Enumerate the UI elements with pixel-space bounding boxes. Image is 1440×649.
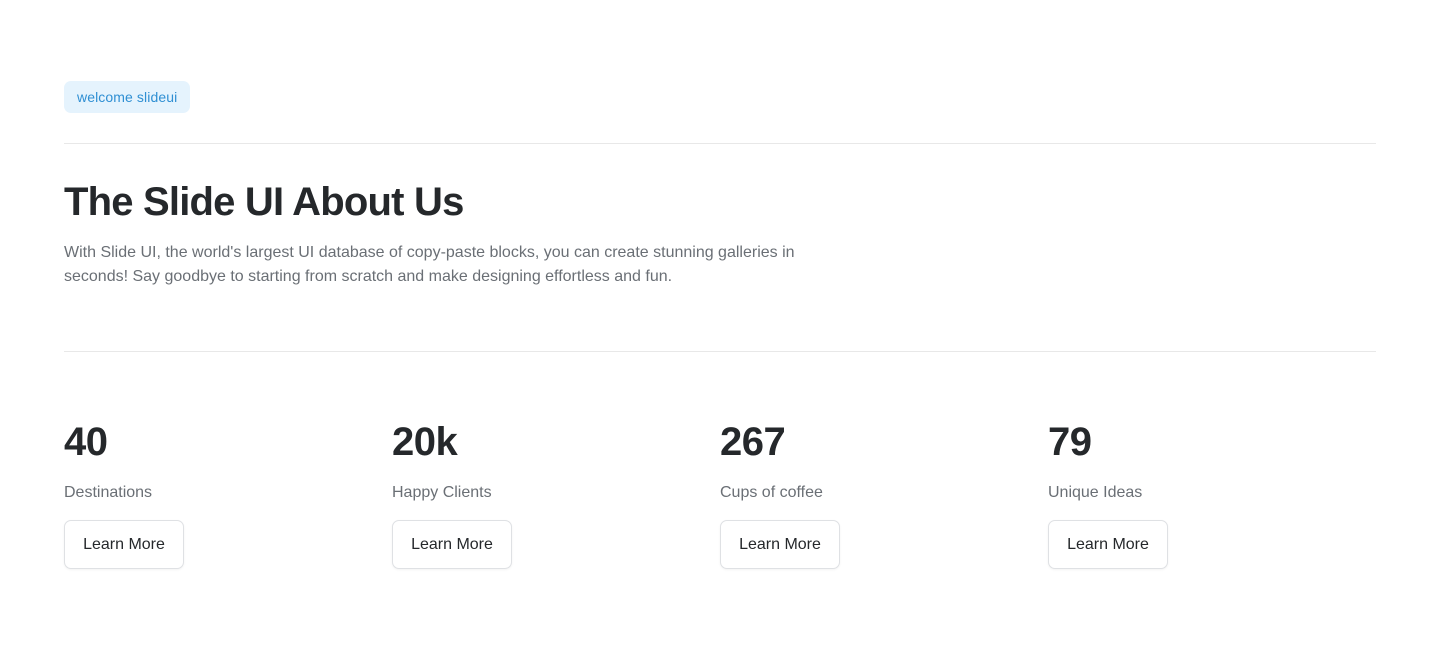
learn-more-button[interactable]: Learn More — [64, 520, 184, 569]
stat-value: 20k — [392, 420, 458, 464]
about-us-section: welcome slideui The Slide UI About Us Wi… — [0, 0, 1440, 649]
welcome-badge: welcome slideui — [64, 81, 191, 113]
stat-value: 40 — [64, 420, 108, 464]
stat-label: Happy Clients — [392, 484, 492, 501]
top-divider — [64, 143, 1376, 144]
learn-more-button[interactable]: Learn More — [720, 520, 840, 569]
learn-more-button[interactable]: Learn More — [392, 520, 512, 569]
stat-card-happy-clients: 20k Happy Clients Learn More — [392, 416, 720, 569]
section-divider — [64, 351, 1376, 352]
stat-card-destinations: 40 Destinations Learn More — [64, 416, 392, 569]
learn-more-button[interactable]: Learn More — [1048, 520, 1168, 569]
stat-label: Unique Ideas — [1048, 484, 1143, 501]
page-title: The Slide UI About Us — [64, 180, 464, 224]
stat-card-cups-of-coffee: 267 Cups of coffee Learn More — [720, 416, 1048, 569]
page-description: With Slide UI, the world's largest UI da… — [64, 244, 795, 285]
stat-label: Cups of coffee — [720, 484, 823, 501]
stat-card-unique-ideas: 79 Unique Ideas Learn More — [1048, 416, 1376, 569]
stats-row: 40 Destinations Learn More 20k Happy Cli… — [64, 416, 1376, 569]
stat-value: 79 — [1048, 420, 1092, 464]
stat-label: Destinations — [64, 484, 153, 501]
stat-value: 267 — [720, 420, 786, 464]
